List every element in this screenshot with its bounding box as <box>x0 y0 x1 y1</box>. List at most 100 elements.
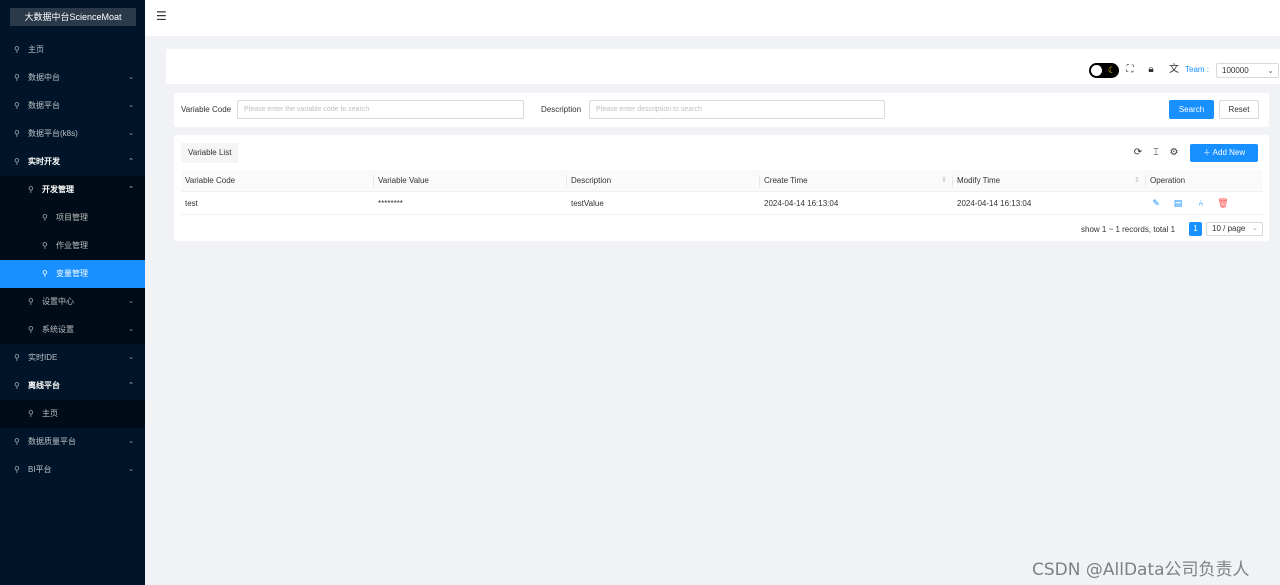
detail-icon[interactable]: ▤ <box>1172 197 1184 209</box>
chevron-down-icon: ⌄ <box>128 354 134 361</box>
sidebar-item[interactable]: ⚲ 设置中心 ⌄ <box>0 288 145 316</box>
variable-list-card: Variable List ⟳ ⌶ ⚙ ＋ Add New Variable C… <box>174 135 1269 241</box>
card-title: Variable List <box>181 143 239 163</box>
watermark: CSDN @AllData公司负责人 <box>1032 560 1250 580</box>
table-header: Variable Code Variable Value Description… <box>181 170 1263 192</box>
chevron-down-icon: ⌄ <box>128 74 134 81</box>
reference-icon[interactable]: ⑃ <box>1195 197 1207 209</box>
sidebar-item-label: 开发管理 <box>42 185 74 194</box>
add-new-label: Add New <box>1212 148 1246 157</box>
sidebar-item[interactable]: ⚲ 数据中台 ⌄ <box>0 64 145 92</box>
sidebar-item-label: 数据中台 <box>28 73 60 82</box>
edit-icon[interactable]: ✎ <box>1150 197 1162 209</box>
density-icon[interactable]: ⌶ <box>1150 147 1162 159</box>
menu-item-icon: ⚲ <box>28 409 34 418</box>
sidebar-item-label: 设置中心 <box>42 297 74 306</box>
fullscreen-icon[interactable]: ⛶ <box>1123 63 1137 77</box>
sidebar-item-label: 数据质量平台 <box>28 437 76 446</box>
cell-variable-code: test <box>185 199 198 208</box>
sidebar-item-label: 实时IDE <box>28 353 58 362</box>
translate-icon[interactable]: 文 <box>1167 63 1181 77</box>
sidebar-item[interactable]: ⚲ 数据平台 ⌄ <box>0 92 145 120</box>
menu-item-icon: ⚲ <box>14 129 20 138</box>
sidebar-item[interactable]: ⚲ 作业管理 <box>0 232 145 260</box>
chevron-down-icon: ⌄ <box>128 326 134 333</box>
column-header-sortable[interactable]: Create Time ⇕ <box>760 170 953 192</box>
lock-icon[interactable]: 🔒︎ <box>1144 63 1158 77</box>
sidebar-item[interactable]: ⚲ BI平台 ⌄ <box>0 456 145 484</box>
page-size-value: 10 / page <box>1212 224 1246 233</box>
delete-icon[interactable]: 🗑︎ <box>1217 197 1229 209</box>
sidebar-item[interactable]: ⚲ 项目管理 <box>0 204 145 232</box>
page-1-button[interactable]: 1 <box>1189 222 1202 236</box>
chevron-up-icon: ⌃ <box>128 382 134 389</box>
sidebar-item-label: 离线平台 <box>28 381 60 390</box>
toggle-knob <box>1091 65 1102 76</box>
team-select-value: 100000 <box>1222 66 1249 75</box>
sidebar-item-label: 系统设置 <box>42 325 74 334</box>
sidebar-item[interactable]: ⚲ 主页 <box>0 400 145 428</box>
sidebar-item[interactable]: ⚲ 实时开发 ⌃ <box>0 148 145 176</box>
menu-item-icon: ⚲ <box>42 241 48 250</box>
sidebar-item-label: 数据平台 <box>28 101 60 110</box>
variable-code-label: Variable Code <box>181 105 232 114</box>
sidebar-item[interactable]: ⚲ 离线平台 ⌃ <box>0 372 145 400</box>
search-form: Variable Code Please enter the variable … <box>174 93 1269 127</box>
search-button[interactable]: Search <box>1169 100 1214 119</box>
column-header: Description <box>567 170 760 192</box>
add-new-button[interactable]: ＋ Add New <box>1190 144 1258 162</box>
team-select[interactable]: 100000 ⌄ <box>1216 63 1279 78</box>
chevron-up-icon: ⌃ <box>128 186 134 193</box>
sidebar-item[interactable]: ⚲ 主页 <box>0 36 145 64</box>
sidebar-item[interactable]: ⚲ 实时IDE ⌄ <box>0 344 145 372</box>
description-input[interactable]: Please enter description to search <box>589 100 885 119</box>
chevron-down-icon: ⌄ <box>128 466 134 473</box>
pagination-summary: show 1 ~ 1 records, total 1 <box>1081 225 1176 234</box>
chevron-down-icon: ⌄ <box>1267 66 1274 75</box>
team-label: Team : <box>1185 65 1210 74</box>
sidebar-item-label: 主页 <box>28 45 44 54</box>
menu-item-icon: ⚲ <box>42 213 48 222</box>
menu-item-icon: ⚲ <box>14 101 20 110</box>
sidebar-item-label: 数据平台(k8s) <box>28 129 78 138</box>
menu-item-icon: ⚲ <box>42 269 48 278</box>
sidebar-item[interactable]: ⚲ 数据质量平台 ⌄ <box>0 428 145 456</box>
cell-create-time: 2024-04-14 16:13:04 <box>764 199 839 208</box>
cell-description: testValue <box>571 199 604 208</box>
chevron-up-icon: ⌃ <box>128 158 134 165</box>
sidebar-item-label: 主页 <box>42 409 58 418</box>
plus-icon: ＋ <box>1202 148 1213 157</box>
menu-item-icon: ⚲ <box>28 185 34 194</box>
description-label: Description <box>541 105 582 114</box>
sidebar-item-label: 实时开发 <box>28 157 60 166</box>
chevron-down-icon: ⌄ <box>128 298 134 305</box>
sort-icon[interactable]: ⇕ <box>1134 170 1140 192</box>
page-size-select[interactable]: 10 / page ⌄ <box>1206 222 1263 236</box>
chevron-down-icon: ⌄ <box>128 102 134 109</box>
sidebar-item-label: BI平台 <box>28 465 52 474</box>
variable-code-input[interactable]: Please enter the variable code to search <box>237 100 524 119</box>
menu-item-icon: ⚲ <box>14 45 20 54</box>
theme-toggle[interactable]: ☾ <box>1089 63 1119 78</box>
moon-icon: ☾ <box>1107 65 1116 75</box>
sidebar-item[interactable]: ⚲ 开发管理 ⌃ <box>0 176 145 204</box>
sidebar: 大数据中台ScienceMoat ⚲ 主页 ⚲ 数据中台 ⌄ ⚲ 数据平台 ⌄ ⚲ 数据平台(k8… <box>0 0 145 585</box>
reset-button[interactable]: Reset <box>1219 100 1259 119</box>
column-header-sortable[interactable]: Modify Time ⇕ <box>953 170 1146 192</box>
menu-item-icon: ⚲ <box>14 465 20 474</box>
column-header: Operation <box>1150 176 1186 185</box>
refresh-icon[interactable]: ⟳ <box>1132 147 1144 159</box>
setting-icon[interactable]: ⚙ <box>1168 147 1180 159</box>
sidebar-item[interactable]: ⚲ 系统设置 ⌄ <box>0 316 145 344</box>
sort-icon[interactable]: ⇕ <box>941 170 947 192</box>
brand-logo[interactable]: 大数据中台ScienceMoat <box>10 8 136 26</box>
table-row: test ******** testValue 2024-04-14 16:13… <box>181 192 1263 215</box>
sidebar-item[interactable]: ⚲ 数据平台(k8s) ⌄ <box>0 120 145 148</box>
menu-fold-icon[interactable]: ☰ <box>156 9 170 23</box>
column-header: Variable Code <box>181 170 374 192</box>
sidebar-menu: ⚲ 主页 ⚲ 数据中台 ⌄ ⚲ 数据平台 ⌄ ⚲ 数据平台(k8s) ⌄ ⚲ 实时开发 ⌃ ⚲ 开发管理 ⌃ ⚲ 项… <box>0 36 145 484</box>
cell-variable-value: ******** <box>378 199 403 208</box>
menu-item-icon: ⚲ <box>28 297 34 306</box>
menu-item-icon: ⚲ <box>14 381 20 390</box>
sidebar-item[interactable]: ⚲ 变量管理 <box>0 260 145 288</box>
